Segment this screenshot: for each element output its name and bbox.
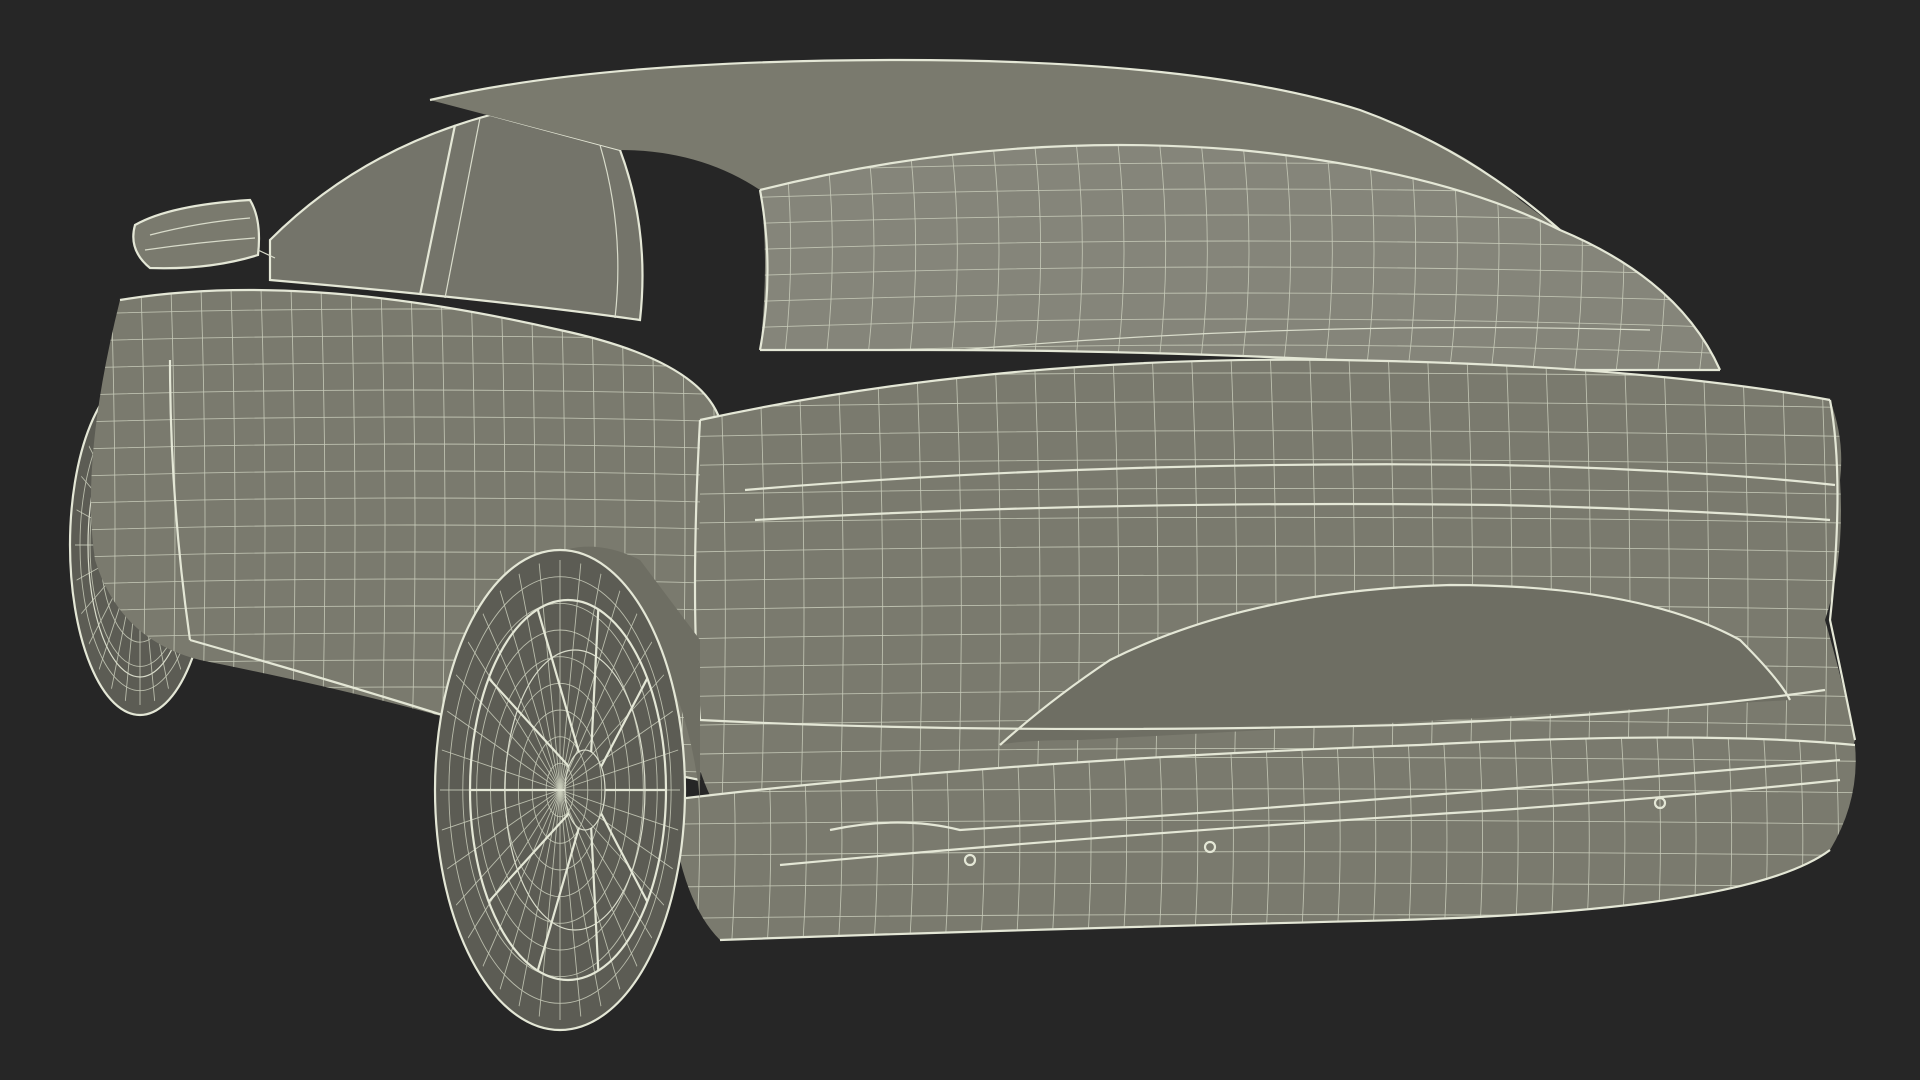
side-windows [268,113,644,322]
render-viewport [0,0,1920,1080]
car-wireframe-render [68,58,1857,1032]
rear-right-wheel [433,546,700,1032]
side-mirror [132,198,276,270]
